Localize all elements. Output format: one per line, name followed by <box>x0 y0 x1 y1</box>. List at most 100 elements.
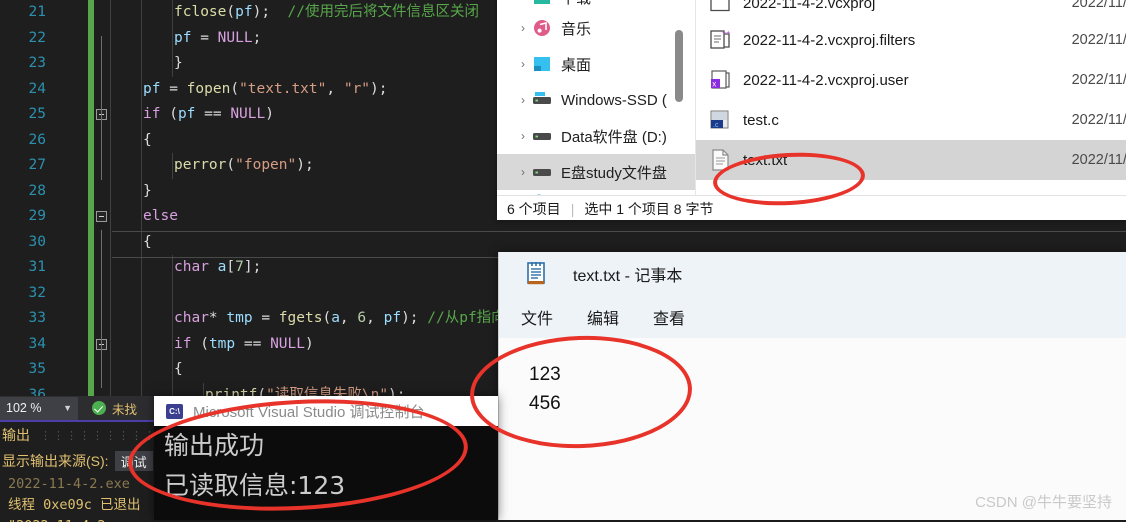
outline-connector <box>101 100 102 180</box>
line-number: 28 <box>28 182 46 199</box>
chevron-right-icon[interactable]: › <box>515 129 531 143</box>
svg-text:.c: .c <box>713 122 719 129</box>
drive-icon <box>531 90 553 110</box>
line-number: 25 <box>28 106 46 122</box>
chevron-right-icon[interactable]: › <box>515 21 531 35</box>
notepad-menu-查看[interactable]: 查看 <box>653 305 685 329</box>
code-line-text: fclose(pf); //使用完后将文件信息区关闭 <box>174 4 479 20</box>
indent-guide <box>172 280 173 306</box>
svg-text:x: x <box>712 80 716 89</box>
line-number: 24 <box>28 80 46 97</box>
nav-item-label: 下载 <box>561 0 591 8</box>
notepad-menu-文件[interactable]: 文件 <box>521 305 553 329</box>
drive-icon <box>531 126 553 146</box>
notepad-text-area[interactable]: 123 456 <box>499 338 1126 418</box>
outline-connector <box>101 230 102 330</box>
file-row[interactable]: ++ 2022-11-4-2.vcxproj 2022/11/4 <box>696 0 1126 20</box>
file-name: text.txt <box>743 151 788 169</box>
notepad-icon <box>525 262 547 286</box>
line-number: 35 <box>28 361 46 377</box>
nav-item-label: 音乐 <box>561 20 592 38</box>
outline-connector <box>101 318 102 388</box>
line-number: 27 <box>28 157 46 173</box>
indent-guide <box>110 0 111 26</box>
chevron-down-icon: ▼ <box>63 403 72 413</box>
chevron-right-icon[interactable]: › <box>515 0 531 4</box>
file-modified-date: 2022/11/4 <box>1071 0 1126 11</box>
notepad-menu-编辑[interactable]: 编辑 <box>587 305 619 329</box>
zoom-level-value: 102 % <box>6 401 42 415</box>
indent-guide <box>110 102 111 128</box>
notepad-title-bar[interactable]: text.txt - 记事本 <box>499 252 1126 296</box>
selection-info-label: 选中 1 个项目 8 字节 <box>584 200 714 217</box>
file-row[interactable]: x 2022-11-4-2.vcxproj.user 2022/11/4 <box>696 60 1126 100</box>
file-modified-date: 2022/11/4 <box>1071 32 1126 48</box>
code-line-text: else <box>143 208 178 224</box>
status-separator: | <box>570 200 575 217</box>
file-row[interactable]: .c test.c 2022/11/4 <box>696 100 1126 140</box>
line-number: 23 <box>28 55 46 71</box>
line-number: 30 <box>28 233 46 250</box>
line-number: 34 <box>28 335 46 352</box>
output-source-select[interactable]: 调试 <box>114 451 153 471</box>
console-title-text: Microsoft Visual Studio 调试控制台 <box>193 403 425 421</box>
notepad-window[interactable]: text.txt - 记事本 文件 编辑 查看 123 456 <box>498 252 1126 520</box>
explorer-navigation-pane[interactable]: › 下载 › 音乐 › 桌面 › Windows-SSD (› Data软件盘 (D:) › E盘s… <box>497 0 695 195</box>
debug-console-window[interactable]: C:\ Microsoft Visual Studio 调试控制台 输出成功 已… <box>154 396 498 520</box>
zoom-level-selector[interactable]: 102 % ▼ <box>0 396 78 420</box>
file-name: 2022-11-4-2.vcxproj.user <box>743 71 909 89</box>
code-line-text: if (tmp == NULL) <box>174 335 314 352</box>
music-icon <box>531 18 553 38</box>
file-row[interactable]: ++ 2022-11-4-2.vcxproj.filters 2022/11/4 <box>696 20 1126 60</box>
txt-file-icon <box>708 148 734 172</box>
console-output-text: 输出成功 已读取信息:123 <box>154 426 498 520</box>
code-line-text: pf = NULL; <box>174 29 262 46</box>
file-modified-date: 2022/11/4 <box>1071 72 1126 88</box>
nav-item-3[interactable]: › Windows-SSD ( <box>497 82 695 118</box>
code-line-text: perror("fopen"); <box>174 157 314 173</box>
nav-item-2[interactable]: › 桌面 <box>497 46 695 82</box>
output-source-label: 显示输出来源(S): <box>2 453 109 469</box>
drive-icon <box>531 162 553 182</box>
file-explorer-window[interactable]: › 下载 › 音乐 › 桌面 › Windows-SSD (› Data软件盘 (D:) › E盘s… <box>497 0 1126 220</box>
c-file-icon: .c <box>708 108 734 132</box>
file-modified-date: 2022/11/4 <box>1071 112 1126 128</box>
nav-item-label: 桌面 <box>561 56 592 74</box>
indent-guide <box>110 127 111 153</box>
collapse-toggle-icon[interactable] <box>96 211 107 222</box>
file-name: 2022-11-4-2.vcxproj.filters <box>743 31 916 49</box>
filters-icon: ++ <box>708 28 734 52</box>
file-row[interactable]: text.txt 2022/11/4 <box>696 140 1126 180</box>
indent-guide <box>141 280 142 306</box>
indent-guide <box>110 357 111 383</box>
indent-guide <box>110 25 111 51</box>
chevron-right-icon[interactable]: › <box>515 57 531 71</box>
code-line-text: char a[7]; <box>174 259 262 275</box>
console-title-bar[interactable]: C:\ Microsoft Visual Studio 调试控制台 <box>154 396 498 426</box>
nav-item-5[interactable]: › E盘study文件盘 <box>497 154 695 190</box>
nav-item-1[interactable]: › 音乐 <box>497 10 695 46</box>
file-name: test.c <box>743 111 779 129</box>
line-number: 22 <box>28 29 46 46</box>
notepad-line: 123 <box>529 364 561 385</box>
indent-guide <box>110 229 111 255</box>
nav-item-4[interactable]: › Data软件盘 (D:) <box>497 118 695 154</box>
line-number: 32 <box>28 284 46 301</box>
chevron-right-icon[interactable]: › <box>515 165 531 179</box>
indent-guide <box>110 204 111 230</box>
status-message: 未找 <box>112 402 138 417</box>
line-number: 33 <box>28 310 46 326</box>
code-line-text: if (pf == NULL) <box>143 106 274 122</box>
code-line-text: pf = fopen("text.txt", "r"); <box>143 80 388 97</box>
desktop-icon <box>531 54 553 74</box>
notepad-menu-bar[interactable]: 文件 编辑 查看 <box>499 296 1126 338</box>
tab-output[interactable]: 输出 <box>2 425 30 445</box>
nav-scrollbar-thumb[interactable] <box>675 30 683 102</box>
nav-item-0[interactable]: › 下载 <box>497 0 695 10</box>
chevron-right-icon[interactable]: › <box>515 93 531 107</box>
csdn-watermark: CSDN @牛牛要坚持 <box>975 494 1112 511</box>
explorer-file-list[interactable]: ++ 2022-11-4-2.vcxproj 2022/11/4 ++ 2022-11-… <box>695 0 1126 195</box>
indent-guide <box>110 153 111 179</box>
user-icon: x <box>708 68 734 92</box>
code-line-text: { <box>174 361 183 377</box>
